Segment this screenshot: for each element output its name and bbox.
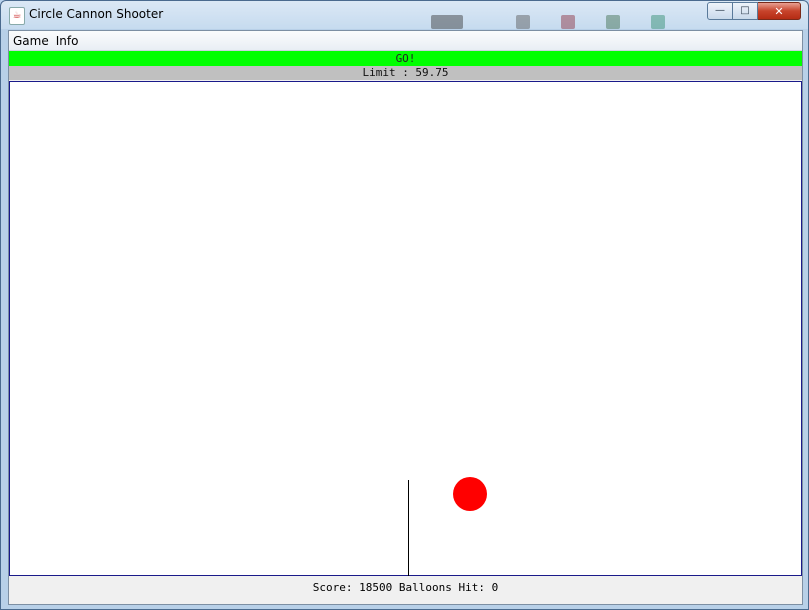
minimize-button[interactable]: — [707,2,733,20]
time-limit: Limit : 59.75 [9,66,802,80]
status-message: GO! [9,51,802,66]
cannon-ball [453,477,487,511]
window-title: Circle Cannon Shooter [29,7,164,21]
maximize-button[interactable]: □ [733,2,758,20]
minimize-icon: — [715,5,725,16]
background-glass-artifact [651,15,665,29]
maximize-icon: □ [740,5,750,16]
menu-bar: Game Info [9,31,802,51]
app-window: ☕ Circle Cannon Shooter — □ ✕ Game Info … [0,0,809,610]
score-display: Score: 18500 Balloons Hit: 0 [9,577,802,598]
game-canvas[interactable] [9,81,802,576]
background-glass-artifact [561,15,575,29]
background-glass-artifact [431,15,463,29]
close-button[interactable]: ✕ [758,2,801,20]
java-app-icon[interactable]: ☕ [9,7,25,25]
client-area: Game Info GO! Limit : 59.75 Score: 18500… [8,30,803,605]
menu-game[interactable]: Game [10,34,52,48]
close-icon: ✕ [774,4,784,18]
menu-info[interactable]: Info [53,34,82,48]
cannon [408,480,409,576]
window-controls: — □ ✕ [707,2,801,20]
background-glass-artifact [516,15,530,29]
background-glass-artifact [606,15,620,29]
title-bar[interactable]: ☕ Circle Cannon Shooter — □ ✕ [1,1,808,29]
